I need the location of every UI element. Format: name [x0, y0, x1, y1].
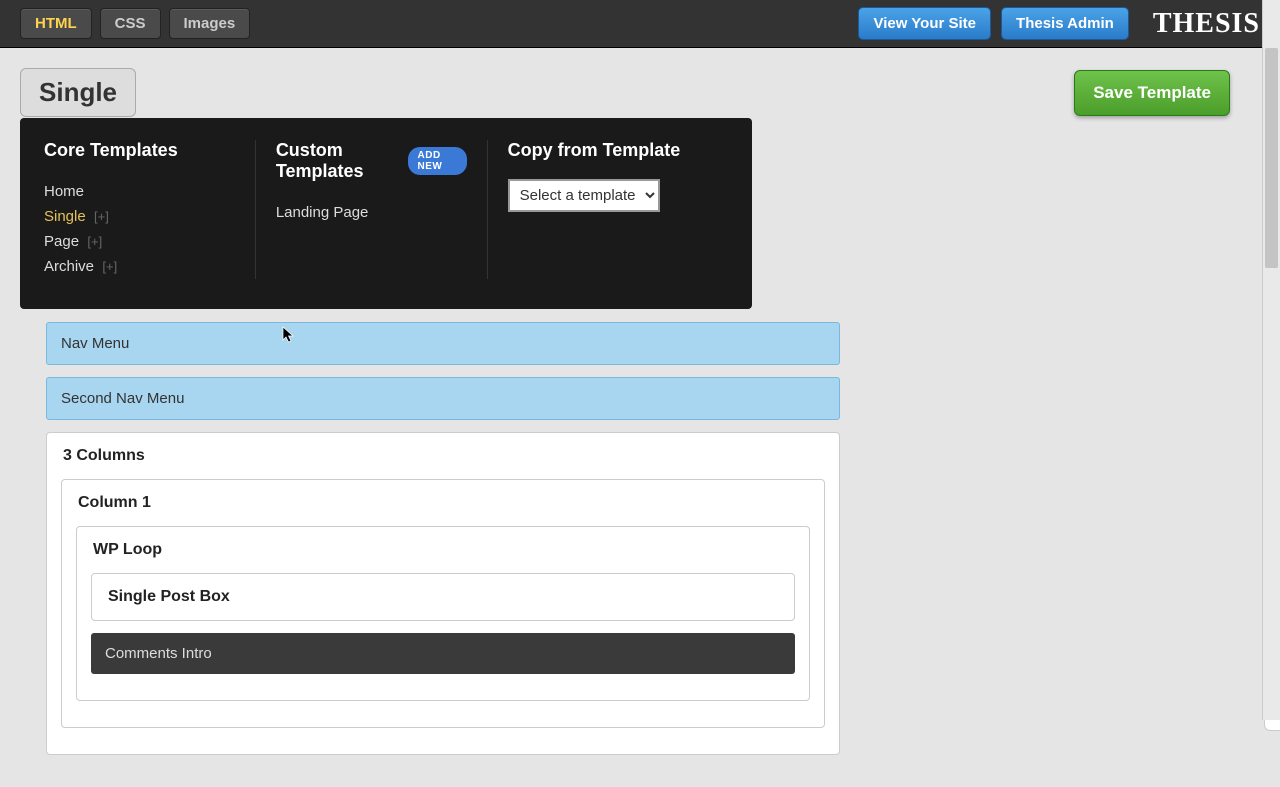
copy-template-select[interactable]: Select a template:	[508, 179, 660, 212]
templates-panel: Core Templates Home Single [+] Page [+] …	[20, 118, 752, 309]
core-templates-heading: Core Templates	[44, 140, 235, 161]
core-item-expand-icon[interactable]: [+]	[87, 234, 102, 249]
box-single-post[interactable]: Single Post Box	[91, 573, 795, 621]
custom-item-landing[interactable]: Landing Page	[276, 200, 467, 225]
add-new-button[interactable]: ADD NEW	[408, 147, 467, 175]
scrollbar[interactable]	[1262, 0, 1280, 720]
box-wp-loop-body: Single Post Box Comments Intro	[77, 573, 809, 700]
scrollbar-thumb[interactable]	[1265, 48, 1278, 268]
title-row: Single Save Template	[20, 68, 1230, 117]
box-comments-intro[interactable]: Comments Intro	[91, 633, 795, 674]
tab-css[interactable]: CSS	[100, 8, 161, 39]
topbar-right: View Your Site Thesis Admin THESIS	[858, 7, 1260, 40]
copy-template-heading: Copy from Template	[508, 140, 708, 161]
thesis-admin-button[interactable]: Thesis Admin	[1001, 7, 1129, 40]
logo: THESIS	[1153, 8, 1260, 40]
core-item-expand-icon[interactable]: [+]	[94, 209, 109, 224]
page-title[interactable]: Single	[20, 68, 136, 117]
core-item-single[interactable]: Single [+]	[44, 204, 235, 229]
box-wp-loop[interactable]: WP Loop Single Post Box Comments Intro	[76, 526, 810, 701]
view-site-button[interactable]: View Your Site	[858, 7, 991, 40]
tab-html[interactable]: HTML	[20, 8, 92, 39]
box-nav-menu[interactable]: Nav Menu	[46, 322, 840, 365]
box-wp-loop-header[interactable]: WP Loop	[77, 527, 809, 573]
core-item-page[interactable]: Page [+]	[44, 229, 235, 254]
tab-images[interactable]: Images	[169, 8, 251, 39]
box-column-1-header[interactable]: Column 1	[62, 480, 824, 526]
page: Single Save Template Core Templates Home…	[0, 48, 1280, 787]
custom-heading-label: Custom Templates	[276, 140, 398, 182]
core-item-label: Single	[44, 208, 86, 225]
main-column: Single Save Template Core Templates Home…	[20, 68, 1230, 767]
box-column-1[interactable]: Column 1 WP Loop Single Post Box Comment…	[61, 479, 825, 728]
box-single-post-header[interactable]: Single Post Box	[92, 574, 794, 620]
box-column-1-body: WP Loop Single Post Box Comments Intro	[62, 526, 824, 727]
box-3-columns-header[interactable]: 3 Columns	[47, 433, 839, 479]
custom-templates-col: Custom Templates ADD NEW Landing Page	[255, 140, 487, 279]
topbar-tabs: HTML CSS Images	[20, 8, 250, 39]
core-item-archive[interactable]: Archive [+]	[44, 254, 235, 279]
topbar: HTML CSS Images View Your Site Thesis Ad…	[0, 0, 1280, 48]
box-3-columns[interactable]: 3 Columns Column 1 WP Loop Single Post B…	[46, 432, 840, 755]
save-template-button[interactable]: Save Template	[1074, 70, 1230, 116]
core-item-expand-icon[interactable]: [+]	[102, 259, 117, 274]
core-item-home[interactable]: Home	[44, 179, 235, 204]
custom-templates-heading: Custom Templates ADD NEW	[276, 140, 467, 182]
core-item-label: Archive	[44, 258, 94, 275]
core-item-label: Page	[44, 233, 79, 250]
box-3-columns-body: Column 1 WP Loop Single Post Box Comment…	[47, 479, 839, 754]
core-templates-col: Core Templates Home Single [+] Page [+] …	[44, 140, 255, 279]
box-second-nav-menu[interactable]: Second Nav Menu	[46, 377, 840, 420]
copy-template-col: Copy from Template Select a template:	[487, 140, 728, 279]
